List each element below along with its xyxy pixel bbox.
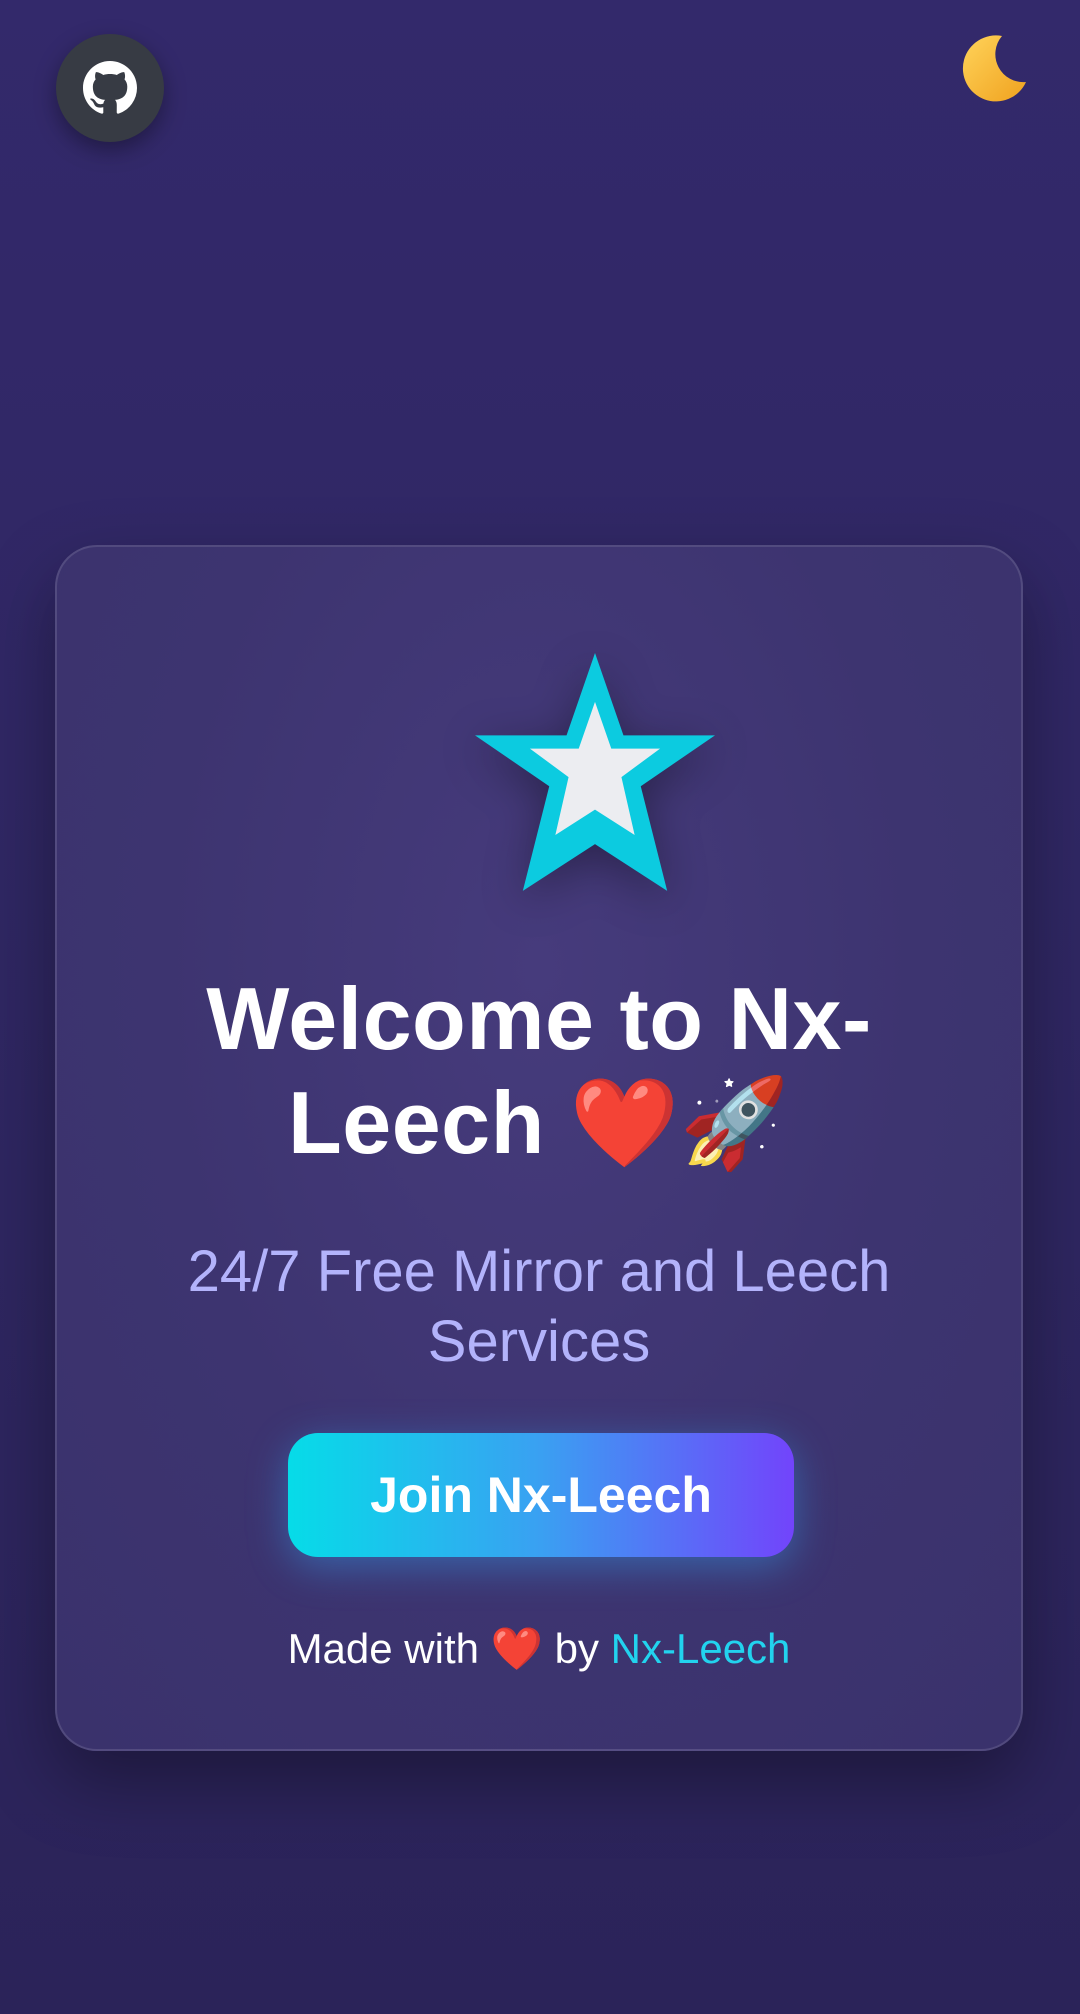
welcome-card: Welcome to Nx-Leech ❤️🚀 24/7 Free Mirror… [55, 545, 1023, 1751]
theme-toggle-button[interactable] [956, 32, 1030, 106]
star-icon [475, 653, 715, 891]
moon-icon [962, 35, 1026, 102]
github-button[interactable] [56, 34, 164, 142]
heart-icon: ❤️ [490, 1625, 543, 1672]
join-button[interactable]: Join Nx-Leech [288, 1433, 794, 1557]
footer-by: by [554, 1625, 599, 1672]
footer-link[interactable]: Nx-Leech [611, 1625, 791, 1672]
footer-credit: Made with ❤️ by Nx-Leech [57, 1621, 1021, 1677]
subtitle: 24/7 Free Mirror and Leech Services [187, 1239, 891, 1374]
footer-made-with: Made with [287, 1625, 479, 1672]
github-icon [83, 61, 137, 114]
page-title: Welcome to Nx-Leech ❤️🚀 [206, 969, 872, 1172]
